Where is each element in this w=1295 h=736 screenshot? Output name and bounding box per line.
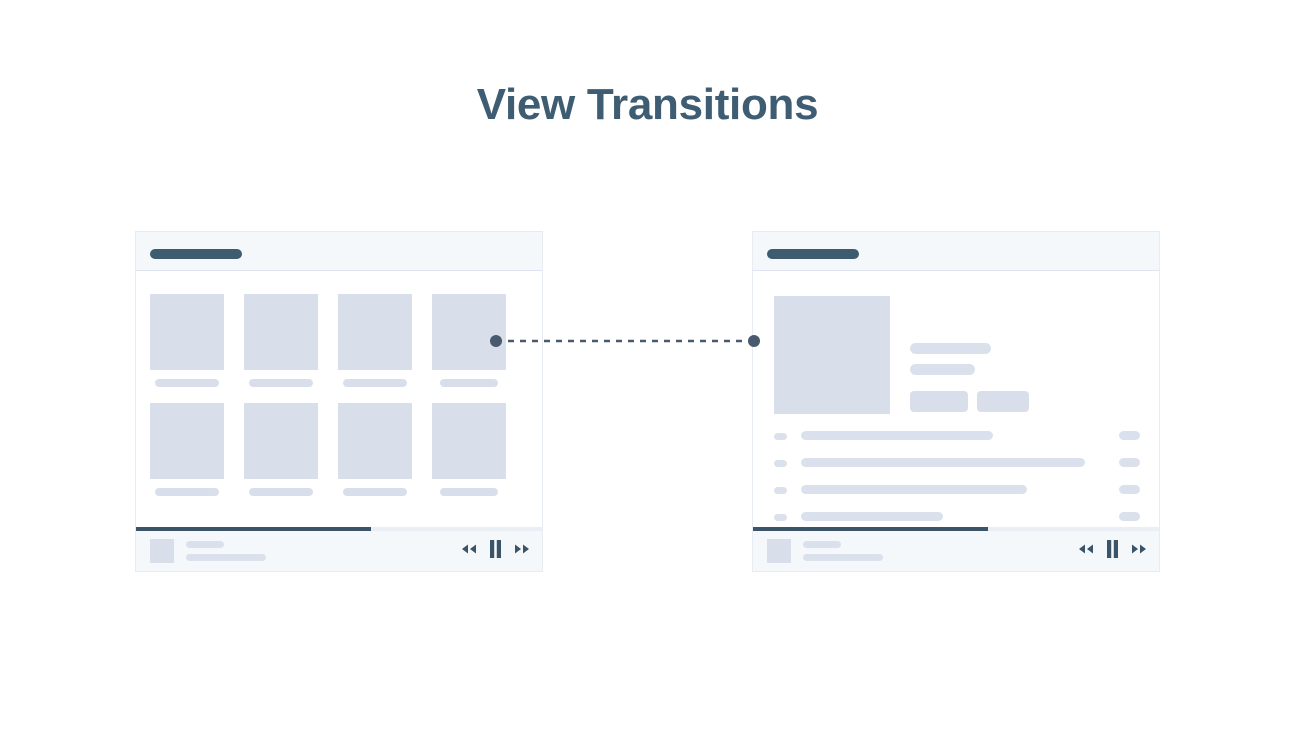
card-thumbnail [150,403,224,479]
card-caption [440,488,498,496]
track-duration-placeholder [1119,458,1140,467]
forward-icon[interactable] [1131,543,1147,559]
track-index-placeholder [774,433,787,440]
track-duration-placeholder [1119,431,1140,440]
card-thumbnail [338,294,412,370]
card-item[interactable] [150,294,224,387]
hero-meta [910,296,1060,414]
rewind-icon[interactable] [1078,543,1094,559]
card-thumbnail [244,403,318,479]
card-caption [343,488,407,496]
card-item[interactable] [338,403,412,496]
list-item[interactable] [774,427,1140,454]
track-list [774,427,1140,535]
track-index-placeholder [774,514,787,521]
rewind-icon[interactable] [461,543,477,559]
card-thumbnail [432,403,506,479]
card-caption [249,488,313,496]
now-playing-text [803,541,1078,561]
detail-panel-body [753,272,1159,530]
grid-view-panel [135,231,543,572]
card-caption [155,379,219,387]
track-name-placeholder [801,431,993,440]
track-title-placeholder [803,541,841,548]
track-name-placeholder [801,512,943,521]
card-caption [343,379,407,387]
detail-panel-header [753,232,1159,271]
play-button[interactable] [910,391,968,412]
view-transition-connector [490,335,760,347]
card-caption [440,379,498,387]
transport-controls [1078,540,1147,562]
shuffle-button[interactable] [977,391,1029,412]
app-title-placeholder [150,249,242,259]
track-index-placeholder [774,487,787,494]
card-thumbnail [150,294,224,370]
hero-subtitle-placeholder [910,364,975,375]
forward-icon[interactable] [514,543,530,559]
grid-panel-body [136,272,542,530]
card-grid [150,294,530,496]
list-item[interactable] [774,481,1140,508]
now-playing-thumbnail [767,539,791,563]
hero-title-placeholder [910,343,991,354]
player-bar [753,527,1159,571]
track-duration-placeholder [1119,512,1140,521]
transport-controls [461,540,530,562]
hero-image-target [774,296,890,414]
hero-actions [910,391,1060,412]
track-name-placeholder [801,458,1085,467]
pause-icon[interactable] [489,540,502,562]
now-playing-thumbnail [150,539,174,563]
page-title: View Transitions [476,80,819,129]
detail-view-panel [752,231,1160,572]
card-item[interactable] [338,294,412,387]
hero-section [774,296,1060,414]
card-item[interactable] [244,403,318,496]
card-thumbnail [338,403,412,479]
list-item[interactable] [774,454,1140,481]
card-caption [155,488,219,496]
app-title-placeholder [767,249,859,259]
pause-icon[interactable] [1106,540,1119,562]
connector-end-dot [748,335,760,347]
card-item[interactable] [244,294,318,387]
track-title-placeholder [186,541,224,548]
track-name-placeholder [801,485,1027,494]
card-caption [249,379,313,387]
card-thumbnail [244,294,318,370]
card-item[interactable] [432,403,506,496]
card-item[interactable] [150,403,224,496]
now-playing-text [186,541,461,561]
track-subtitle-placeholder [803,554,883,561]
track-duration-placeholder [1119,485,1140,494]
track-index-placeholder [774,460,787,467]
connector-start-dot [490,335,502,347]
grid-panel-header [136,232,542,271]
track-subtitle-placeholder [186,554,266,561]
player-bar [136,527,542,571]
